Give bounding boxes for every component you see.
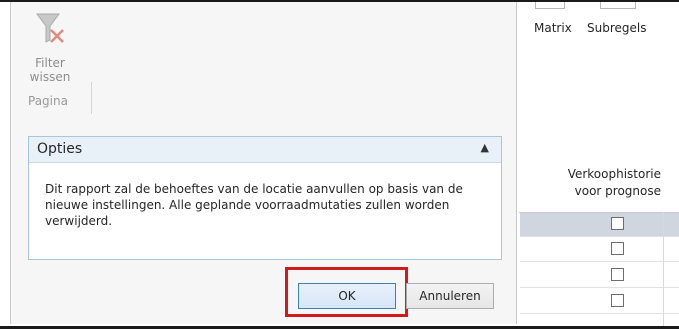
ribbon-group-label: Pagina	[28, 94, 68, 108]
options-header[interactable]: Opties ▲	[29, 137, 501, 163]
forecast-checkbox[interactable]	[611, 268, 624, 281]
clear-filter-label-line1: Filter	[35, 56, 65, 70]
dialog-ribbon: Filter wissen Pagina	[11, 2, 516, 124]
clear-filter-label-line2: wissen	[29, 70, 71, 84]
subregels-icon	[600, 2, 636, 9]
forecast-checkbox[interactable]	[611, 217, 624, 230]
column-header-line2: voor prognose	[574, 184, 661, 198]
table-row[interactable]	[520, 213, 679, 237]
options-title: Opties	[37, 141, 83, 157]
grid-column-divider	[663, 212, 664, 328]
table-row[interactable]	[520, 238, 679, 262]
matrix-button[interactable]: Matrix	[534, 21, 572, 35]
forecast-checkbox[interactable]	[611, 294, 624, 307]
column-header-line1: Verkoophistorie	[567, 167, 661, 181]
subregels-button[interactable]: Subregels	[587, 21, 646, 35]
background-ribbon: Matrix Subregels	[520, 2, 679, 74]
table-row[interactable]	[520, 264, 679, 288]
report-dialog: Filter wissen Pagina Opties ▲ Dit rappor…	[10, 2, 517, 324]
column-header-verkoophistorie[interactable]: Verkoophistorie voor prognose	[520, 166, 679, 200]
filter-clear-icon	[36, 13, 64, 43]
options-panel: Opties ▲ Dit rapport zal de behoeftes va…	[28, 136, 502, 260]
matrix-icon	[535, 2, 565, 9]
ribbon-group-divider	[91, 82, 92, 114]
forecast-checkbox[interactable]	[611, 242, 624, 255]
options-message: Dit rapport zal de behoeftes van de loca…	[45, 182, 463, 228]
table-row[interactable]	[520, 290, 679, 314]
clear-filter-label: Filter wissen	[26, 56, 74, 84]
ok-button[interactable]: OK	[298, 283, 396, 309]
clear-filter-button[interactable]: Filter wissen	[26, 12, 74, 94]
chevron-up-icon[interactable]: ▲	[481, 141, 489, 154]
cancel-button[interactable]: Annuleren	[406, 283, 494, 309]
